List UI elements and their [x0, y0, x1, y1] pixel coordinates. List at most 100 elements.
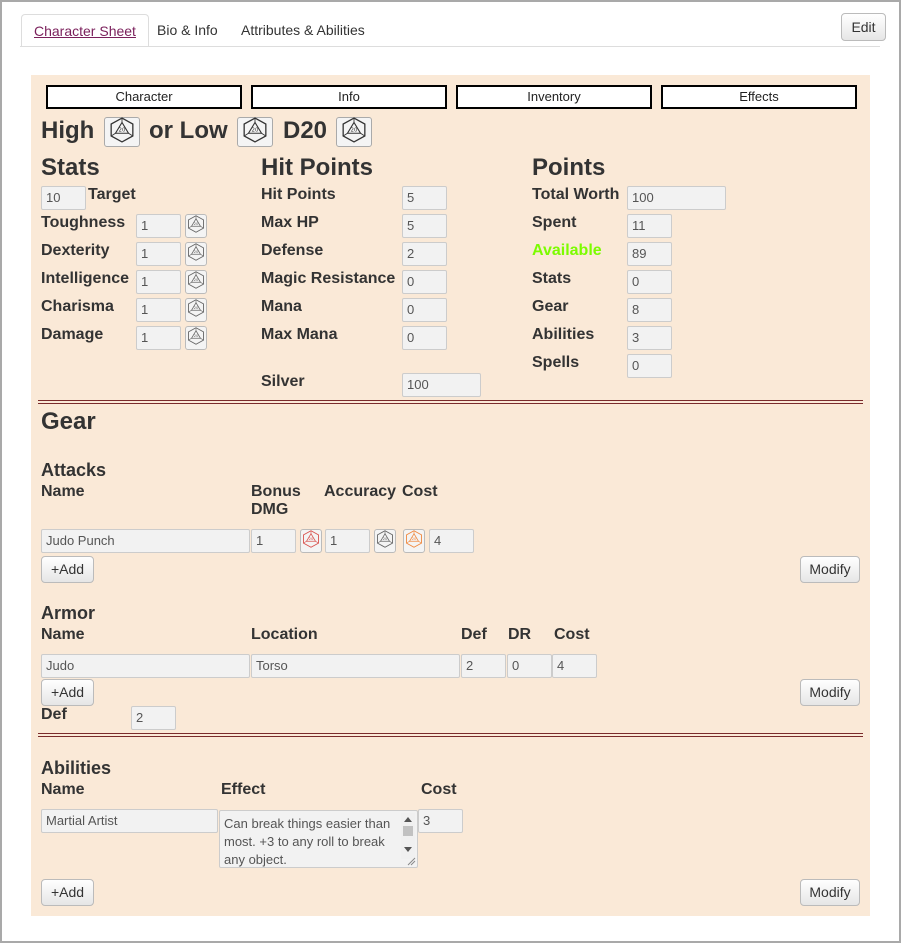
- ability-name-input[interactable]: Martial Artist: [41, 809, 218, 833]
- points-abilities-input[interactable]: 3: [627, 326, 672, 350]
- points-abilities-label: Abilities: [532, 326, 595, 343]
- armor-cost-input[interactable]: 4: [552, 654, 597, 678]
- points-stats-label: Stats: [532, 270, 572, 287]
- max-hp-input[interactable]: 5: [402, 214, 447, 238]
- svg-text:20: 20: [309, 537, 314, 541]
- attack-bonus-input[interactable]: 1: [251, 529, 296, 553]
- armor-def-input[interactable]: 2: [461, 654, 506, 678]
- d20-icon: 20: [187, 242, 205, 266]
- edit-button[interactable]: Edit: [841, 13, 886, 41]
- points-spells-input[interactable]: 0: [627, 354, 672, 378]
- d20-icon: 20: [376, 529, 394, 553]
- armor-heading: Armor: [41, 603, 96, 623]
- modify-abilities-button[interactable]: Modify: [800, 879, 860, 906]
- roll-or-low-label: or Low: [149, 117, 228, 144]
- modify-attacks-button[interactable]: Modify: [800, 556, 860, 583]
- max-mana-input[interactable]: 0: [402, 326, 447, 350]
- d20-low-button[interactable]: 20: [237, 116, 273, 148]
- svg-text:20: 20: [252, 127, 259, 133]
- armor-cost-header: Cost: [554, 626, 590, 643]
- armor-location-header: Location: [251, 626, 318, 643]
- charisma-roll-button[interactable]: 20: [185, 298, 207, 322]
- tab-character-sheet[interactable]: Character Sheet: [21, 14, 149, 47]
- svg-text:20: 20: [194, 222, 199, 226]
- attacks-name-header: Name: [41, 483, 85, 500]
- modify-armor-button[interactable]: Modify: [800, 679, 860, 706]
- d20-icon: 20: [109, 116, 135, 148]
- damage-input[interactable]: 1: [136, 326, 181, 350]
- mana-input[interactable]: 0: [402, 298, 447, 322]
- points-gear-label: Gear: [532, 298, 569, 315]
- add-armor-button[interactable]: +Add: [41, 679, 94, 706]
- attacks-heading: Attacks: [41, 460, 107, 480]
- svg-text:20: 20: [194, 306, 199, 310]
- d20-high-button[interactable]: 20: [104, 116, 140, 148]
- stat-label-charisma: Charisma: [41, 298, 114, 315]
- intelligence-roll-button[interactable]: 20: [185, 270, 207, 294]
- armor-dr-input[interactable]: 0: [507, 654, 552, 678]
- resize-grip-icon[interactable]: [406, 856, 416, 866]
- armor-total-def-input[interactable]: 2: [131, 706, 176, 730]
- armor-def-header: Def: [461, 626, 487, 643]
- d20-orange-icon: 20: [405, 529, 423, 553]
- gear-heading: Gear: [41, 408, 96, 435]
- add-attack-button[interactable]: +Add: [41, 556, 94, 583]
- available-label: Available: [532, 242, 602, 259]
- total-worth-input[interactable]: 100: [627, 186, 726, 210]
- abilities-effect-header: Effect: [221, 781, 266, 798]
- textarea-scrollbar[interactable]: [401, 813, 415, 859]
- stat-label-dexterity: Dexterity: [41, 242, 110, 259]
- hp-input[interactable]: 5: [402, 186, 447, 210]
- nav-info-button[interactable]: Info: [251, 85, 447, 109]
- add-ability-button[interactable]: +Add: [41, 879, 94, 906]
- armor-dr-header: DR: [508, 626, 532, 643]
- ability-effect-textarea[interactable]: Can break things easier than most. +3 to…: [219, 810, 418, 868]
- svg-text:20: 20: [412, 537, 417, 541]
- intelligence-input[interactable]: 1: [136, 270, 181, 294]
- dexterity-roll-button[interactable]: 20: [185, 242, 207, 266]
- dexterity-input[interactable]: 1: [136, 242, 181, 266]
- d20-roll-button[interactable]: 20: [336, 116, 372, 147]
- tab-bio-info[interactable]: Bio & Info: [145, 14, 230, 47]
- d20-icon: 20: [242, 116, 268, 148]
- max-hp-label: Max HP: [261, 214, 319, 231]
- abilities-cost-header: Cost: [421, 781, 457, 798]
- nav-inventory-button[interactable]: Inventory: [456, 85, 652, 109]
- tab-attributes-abilities[interactable]: Attributes & Abilities: [229, 14, 377, 47]
- d20-red-icon: 20: [302, 529, 320, 553]
- damage-roll-button[interactable]: 20: [185, 326, 207, 350]
- tab-divider: [20, 46, 880, 47]
- points-stats-input[interactable]: 0: [627, 270, 672, 294]
- spent-input[interactable]: 11: [627, 214, 672, 238]
- points-gear-input[interactable]: 8: [627, 298, 672, 322]
- defense-input[interactable]: 2: [402, 242, 447, 266]
- attack-accuracy-roll-button[interactable]: 20: [374, 529, 396, 553]
- attack-cost-input[interactable]: 4: [429, 529, 474, 553]
- attacks-bonus-header: Bonus DMG: [251, 483, 301, 518]
- available-input[interactable]: 89: [627, 242, 672, 266]
- armor-location-input[interactable]: Torso: [251, 654, 460, 678]
- roll-d20-label: D20: [283, 117, 328, 144]
- silver-input[interactable]: 100: [402, 373, 481, 397]
- nav-effects-button[interactable]: Effects: [661, 85, 857, 109]
- defense-label: Defense: [261, 242, 324, 259]
- attack-accuracy-input[interactable]: 1: [325, 529, 370, 553]
- d20-icon: 20: [187, 214, 205, 238]
- svg-text:20: 20: [194, 334, 199, 338]
- magic-resistance-input[interactable]: 0: [402, 270, 447, 294]
- attack-name-input[interactable]: Judo Punch: [41, 529, 250, 553]
- nav-character-button[interactable]: Character: [46, 85, 242, 109]
- silver-label: Silver: [261, 373, 305, 390]
- armor-name-input[interactable]: Judo: [41, 654, 250, 678]
- svg-text:20: 20: [119, 127, 126, 133]
- attack-combined-roll-button[interactable]: 20: [403, 529, 425, 553]
- target-input[interactable]: 10: [41, 186, 86, 210]
- ability-cost-input[interactable]: 3: [418, 809, 463, 833]
- attack-damage-roll-button[interactable]: 20: [300, 529, 322, 553]
- toughness-roll-button[interactable]: 20: [185, 214, 207, 238]
- abilities-heading: Abilities: [41, 758, 112, 778]
- charisma-input[interactable]: 1: [136, 298, 181, 322]
- mana-label: Mana: [261, 298, 302, 315]
- toughness-input[interactable]: 1: [136, 214, 181, 238]
- stats-heading: Stats: [41, 154, 100, 181]
